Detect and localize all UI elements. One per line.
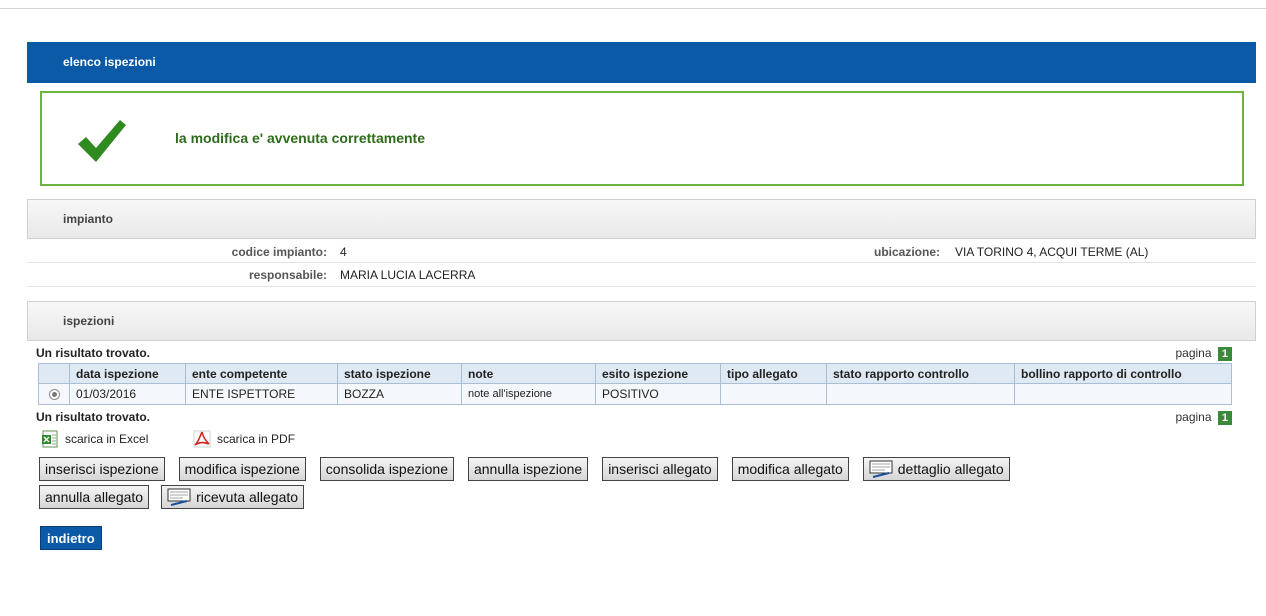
document-preview-icon	[869, 460, 893, 478]
success-message-box: la modifica e' avvenuta correttamente	[40, 91, 1244, 186]
pagination: pagina 1	[1175, 346, 1232, 361]
downloads-bar: scarica in Excel scarica in PDF	[27, 427, 1256, 451]
top-divider	[0, 8, 1266, 9]
receipt-preview-icon	[167, 488, 191, 506]
codice-impianto-value: 4	[340, 245, 347, 259]
modifica-allegato-button[interactable]: modifica allegato	[731, 457, 849, 481]
page-title: elenco ispezioni	[27, 42, 1256, 83]
column-header[interactable]: tipo allegato	[720, 363, 827, 384]
pagination-bottom: pagina 1	[1175, 410, 1232, 425]
action-buttons-row-2: annulla allegato ricevuta allegato	[39, 485, 1256, 509]
result-line-bottom: Un risultato trovato. pagina 1	[27, 405, 1256, 427]
download-pdf-link[interactable]: scarica in PDF	[193, 430, 295, 448]
pagina-label-bottom: pagina	[1175, 410, 1212, 424]
ubicazione-label: ubicazione:	[873, 245, 940, 259]
consolida-ispezione-button[interactable]: consolida ispezione	[319, 457, 454, 481]
cell-ente-competente: ENTE ISPETTORE	[185, 383, 338, 405]
ricevuta-allegato-button[interactable]: ricevuta allegato	[161, 485, 305, 509]
responsabile-label: responsabile:	[248, 268, 327, 282]
result-line-top: Un risultato trovato. pagina 1	[27, 341, 1256, 363]
table-header-row: data ispezione ente competente stato isp…	[38, 363, 1232, 384]
download-excel-label: scarica in Excel	[65, 432, 149, 446]
pdf-icon	[193, 430, 211, 448]
annulla-ispezione-button[interactable]: annulla ispezione	[467, 457, 589, 481]
column-header[interactable]: note	[461, 363, 596, 384]
section-ispezioni: ispezioni	[27, 301, 1256, 341]
back-button[interactable]: indietro	[40, 526, 102, 550]
cell-note: note all'ispezione	[461, 383, 596, 405]
checkmark-icon	[78, 120, 126, 162]
result-count-bottom: Un risultato trovato.	[36, 410, 151, 424]
download-excel-link[interactable]: scarica in Excel	[41, 430, 148, 448]
info-row-responsabile: responsabile: MARIA LUCIA LACERRA	[27, 263, 1256, 287]
column-header[interactable]: stato ispezione	[337, 363, 462, 384]
modifica-ispezione-button[interactable]: modifica ispezione	[178, 457, 306, 481]
codice-impianto-label: codice impianto:	[231, 245, 327, 259]
ispezioni-table: data ispezione ente competente stato isp…	[38, 363, 1232, 405]
page-number-bottom[interactable]: 1	[1217, 411, 1232, 425]
cell-data-ispezione: 01/03/2016	[69, 383, 186, 405]
cell-tipo-allegato	[720, 383, 827, 405]
excel-icon	[42, 430, 58, 448]
page-number[interactable]: 1	[1217, 347, 1232, 361]
annulla-allegato-button[interactable]: annulla allegato	[39, 485, 150, 509]
info-row-codice: codice impianto: 4 ubicazione: VIA TORIN…	[27, 239, 1256, 263]
row-radio[interactable]	[48, 389, 60, 401]
column-header[interactable]: bollino rapporto di controllo	[1014, 363, 1232, 384]
pagina-label: pagina	[1175, 346, 1212, 360]
row-select-cell[interactable]	[38, 383, 70, 405]
responsabile-value: MARIA LUCIA LACERRA	[340, 268, 476, 282]
section-impianto: impianto	[27, 199, 1256, 239]
table-row[interactable]: 01/03/2016 ENTE ISPETTORE BOZZA note all…	[38, 383, 1232, 405]
column-header-select	[38, 363, 70, 384]
inserisci-allegato-button[interactable]: inserisci allegato	[602, 457, 718, 481]
column-header[interactable]: stato rapporto controllo	[826, 363, 1015, 384]
inserisci-ispezione-button[interactable]: inserisci ispezione	[39, 457, 165, 481]
column-header[interactable]: data ispezione	[69, 363, 186, 384]
ricevuta-allegato-label: ricevuta allegato	[196, 489, 299, 505]
cell-esito-ispezione: POSITIVO	[595, 383, 721, 405]
column-header[interactable]: esito ispezione	[595, 363, 721, 384]
ubicazione-value: VIA TORINO 4, ACQUI TERME (AL)	[955, 245, 1149, 259]
result-count: Un risultato trovato.	[36, 346, 151, 360]
dettaglio-allegato-button[interactable]: dettaglio allegato	[862, 457, 1010, 481]
success-message: la modifica e' avvenuta correttamente	[175, 130, 425, 146]
column-header[interactable]: ente competente	[185, 363, 338, 384]
action-buttons-row-1: inserisci ispezione modifica ispezione c…	[39, 457, 1256, 481]
download-pdf-label: scarica in PDF	[217, 432, 296, 446]
cell-bollino	[1014, 383, 1232, 405]
cell-stato-rapporto	[826, 383, 1015, 405]
cell-stato-ispezione: BOZZA	[337, 383, 462, 405]
dettaglio-allegato-label: dettaglio allegato	[897, 461, 1004, 477]
page-container: elenco ispezioni la modifica e' avvenuta…	[27, 42, 1256, 550]
